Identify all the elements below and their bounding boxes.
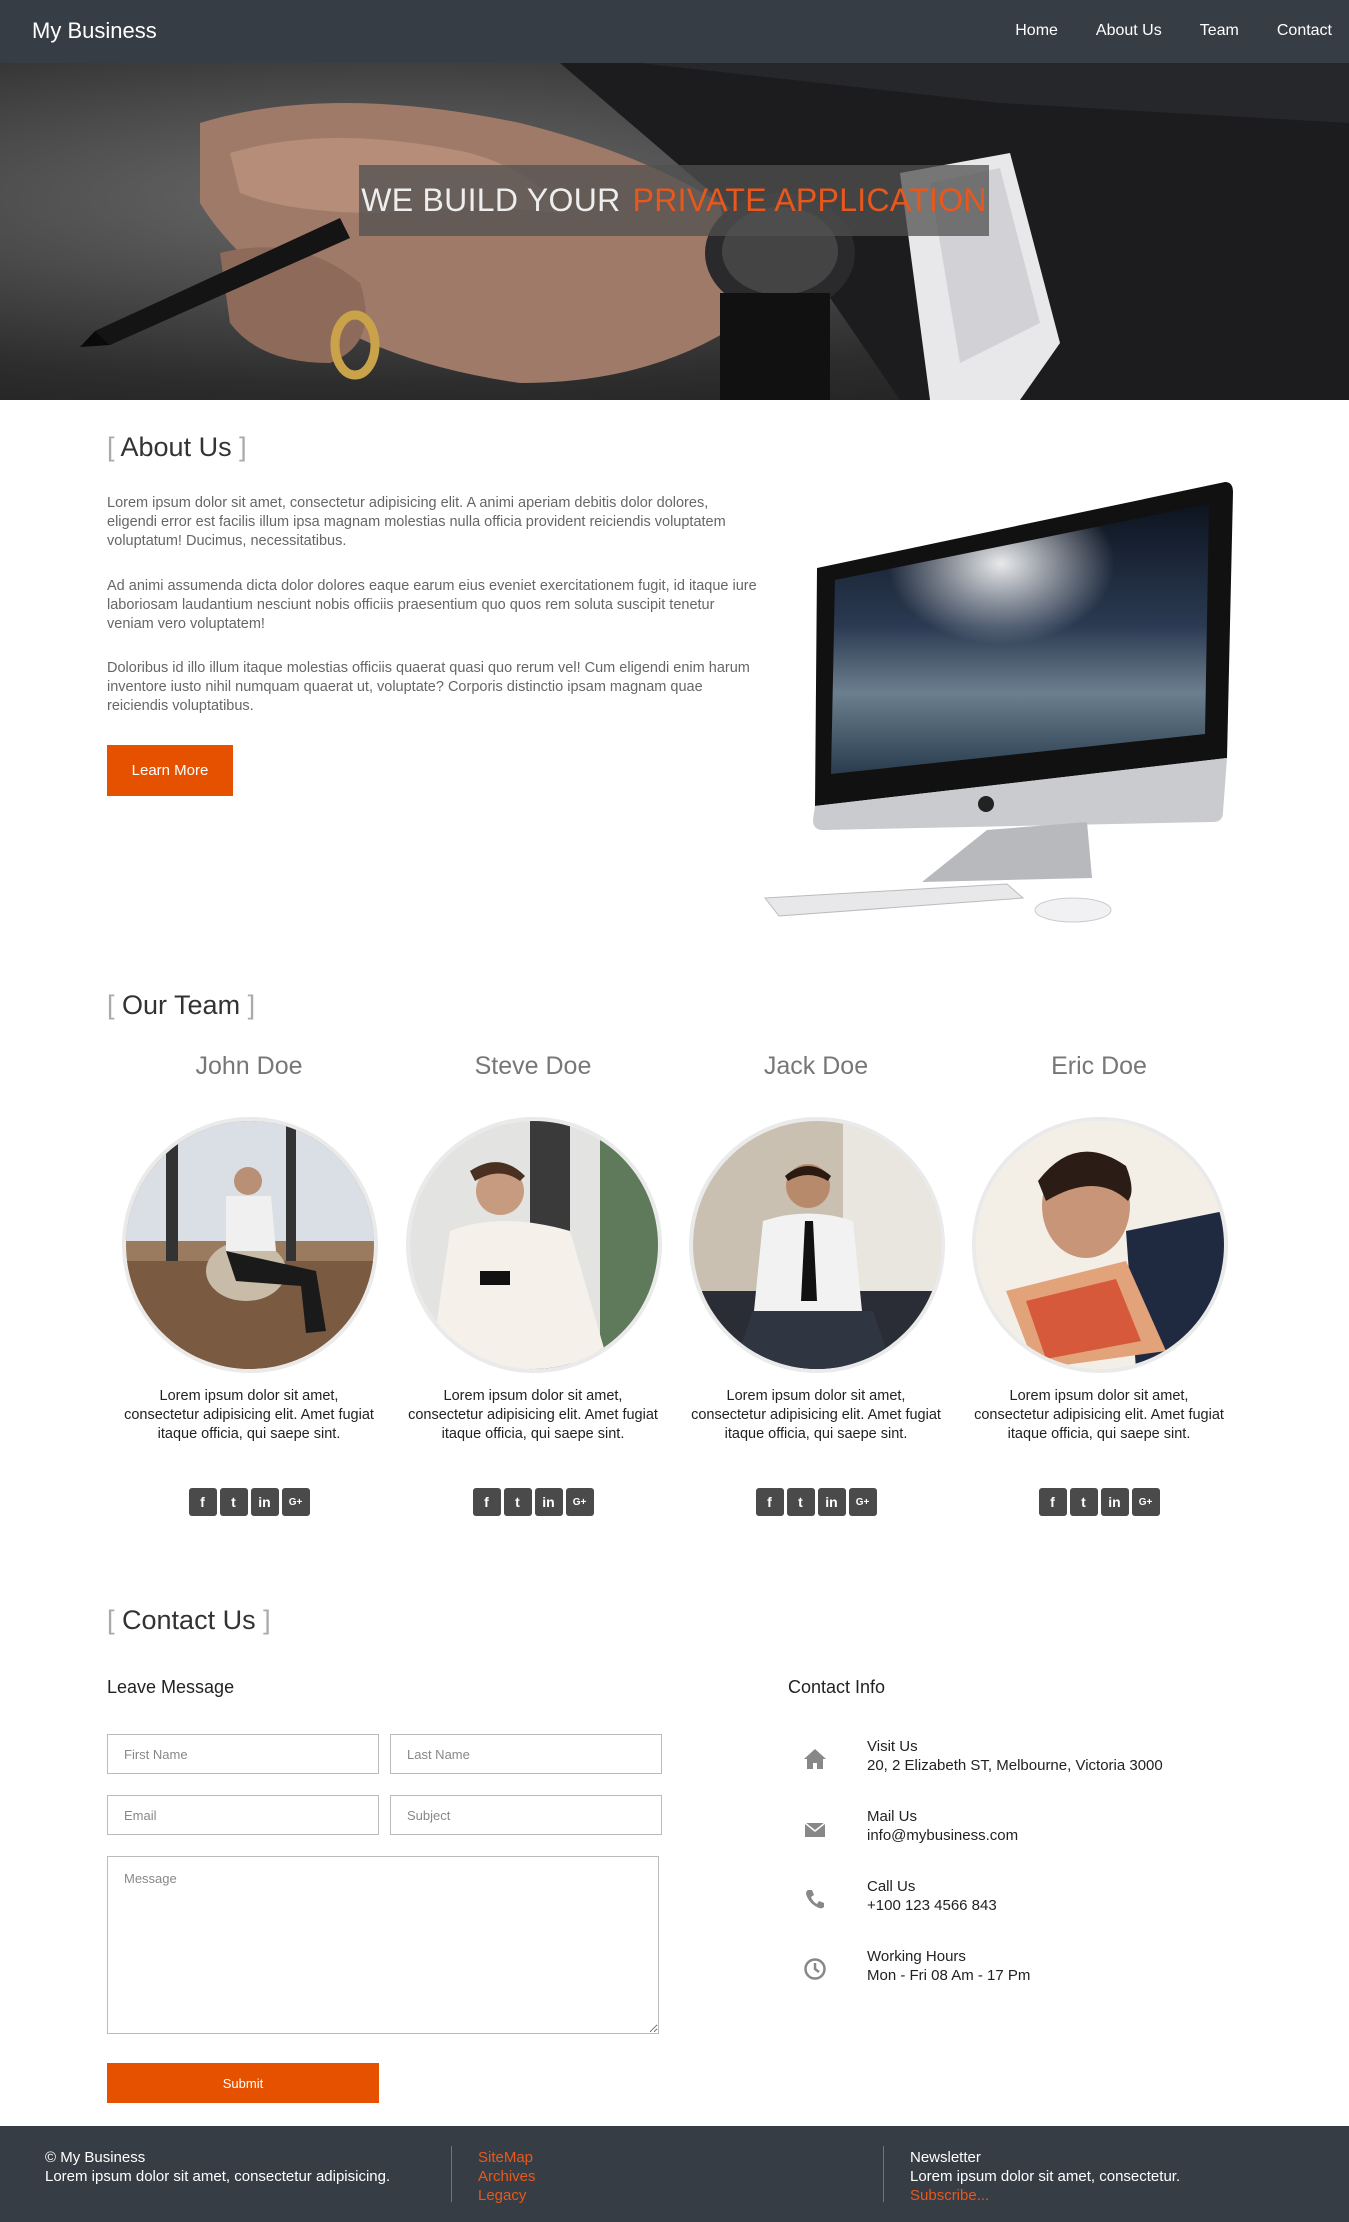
team-heading-text: Our Team (122, 990, 241, 1020)
subject-field[interactable] (390, 1795, 662, 1835)
subscribe-link[interactable]: Subscribe... (910, 2186, 1180, 2205)
member-name: Jack Doe (763, 1052, 869, 1080)
contact-info-value: +100 123 4566 843 (867, 1897, 997, 1914)
home-icon (804, 1749, 826, 1769)
footer-link-sitemap[interactable]: SiteMap (478, 2148, 536, 2167)
member-photo (406, 1117, 662, 1373)
member-photo (122, 1117, 378, 1373)
footer-copyright: © My Business (45, 2149, 146, 2166)
message-field[interactable] (107, 1856, 659, 2034)
member-name: Eric Doe (1051, 1052, 1147, 1080)
contact-info-label: Visit Us (867, 1738, 918, 1755)
member-bio: Lorem ipsum dolor sit amet, consectetur … (124, 1388, 374, 1442)
nav-item-home[interactable]: Home (1015, 22, 1058, 40)
footer-newsletter: Newsletter Lorem ipsum dolor sit amet, c… (910, 2148, 1180, 2205)
linkedin-icon[interactable]: in (817, 1488, 846, 1516)
hero-headline: WE BUILD YOUR PRIVATE APPLICATION (359, 165, 989, 236)
about-heading: [ About Us ] (107, 432, 247, 462)
google-plus-icon[interactable]: G+ (848, 1488, 877, 1516)
member-social-links: f t in G+ (122, 1488, 376, 1516)
phone-icon (806, 1890, 824, 1909)
team-member-card: Eric Doe Lorem ipsum dolor sit amet, con… (972, 1052, 1228, 1516)
contact-info-label: Working Hours (867, 1948, 966, 1965)
footer-divider (883, 2146, 884, 2202)
team-member-card: Jack Doe Lorem ipsum dolor sit amet, con… (689, 1052, 945, 1516)
about-heading-text: About Us (120, 432, 232, 462)
nav-item-about[interactable]: About Us (1096, 22, 1162, 40)
contact-info-label: Mail Us (867, 1808, 918, 1825)
team-member-card: John Doe Lorem ipsum dolor sit amet, con… (122, 1052, 378, 1516)
twitter-icon[interactable]: t (786, 1488, 815, 1516)
nav-menu: Home About Us Team Contact (977, 22, 1332, 40)
newsletter-text: Lorem ipsum dolor sit amet, consectetur. (910, 2168, 1181, 2185)
facebook-icon[interactable]: f (188, 1488, 217, 1516)
last-name-field[interactable] (390, 1734, 662, 1774)
brand-logo[interactable]: My Business (32, 18, 157, 44)
footer-links: SiteMap Archives Legacy (478, 2148, 536, 2205)
member-photo (689, 1117, 945, 1373)
learn-more-button[interactable]: Learn More (107, 745, 233, 796)
hero-banner: WE BUILD YOUR PRIVATE APPLICATION (0, 63, 1349, 400)
imac-image (764, 482, 1233, 923)
member-social-links: f t in G+ (406, 1488, 660, 1516)
about-paragraph-2: Ad animi assumenda dicta dolor dolores e… (107, 578, 757, 632)
member-bio: Lorem ipsum dolor sit amet, consectetur … (408, 1388, 658, 1442)
email-field[interactable] (107, 1795, 379, 1835)
about-paragraph-3: Doloribus id illo illum itaque molestias… (107, 660, 750, 714)
envelope-icon (804, 1822, 826, 1837)
google-plus-icon[interactable]: G+ (281, 1488, 310, 1516)
twitter-icon[interactable]: t (219, 1488, 248, 1516)
member-name: John Doe (195, 1052, 303, 1080)
contact-info-value: 20, 2 Elizabeth ST, Melbourne, Victoria … (867, 1757, 1163, 1774)
footer-about: © My Business Lorem ipsum dolor sit amet… (45, 2148, 390, 2186)
footer-divider (451, 2146, 452, 2202)
first-name-field[interactable] (107, 1734, 379, 1774)
contact-info-mail: Mail Us info@mybusiness.com (788, 1808, 1238, 1858)
leave-message-title: Leave Message (107, 1677, 235, 1697)
newsletter-title: Newsletter (910, 2149, 981, 2166)
google-plus-icon[interactable]: G+ (1131, 1488, 1160, 1516)
footer-link-legacy[interactable]: Legacy (478, 2186, 536, 2205)
hero-title-white: WE BUILD YOUR (361, 182, 621, 218)
contact-info-call: Call Us +100 123 4566 843 (788, 1878, 1238, 1928)
submit-button[interactable]: Submit (107, 2063, 379, 2103)
contact-heading-text: Contact Us (122, 1605, 256, 1635)
twitter-icon[interactable]: t (503, 1488, 532, 1516)
member-photo (972, 1117, 1228, 1373)
clock-icon (804, 1958, 826, 1980)
linkedin-icon[interactable]: in (250, 1488, 279, 1516)
team-heading: [ Our Team ] (107, 990, 256, 1020)
footer-tagline: Lorem ipsum dolor sit amet, consectetur … (45, 2168, 391, 2185)
top-navbar: My Business Home About Us Team Contact (0, 0, 1349, 63)
footer: © My Business Lorem ipsum dolor sit amet… (0, 2126, 1349, 2222)
member-bio: Lorem ipsum dolor sit amet, consectetur … (974, 1388, 1224, 1442)
facebook-icon[interactable]: f (1038, 1488, 1067, 1516)
about-paragraph-1: Lorem ipsum dolor sit amet, consectetur … (107, 495, 726, 549)
contact-info-value: info@mybusiness.com (867, 1827, 1019, 1844)
twitter-icon[interactable]: t (1069, 1488, 1098, 1516)
team-member-card: Steve Doe Lorem ipsum dolor sit amet, co… (406, 1052, 662, 1516)
contact-heading: [ Contact Us ] (107, 1605, 271, 1635)
google-plus-icon[interactable]: G+ (565, 1488, 594, 1516)
facebook-icon[interactable]: f (472, 1488, 501, 1516)
contact-info-value: Mon - Fri 08 Am - 17 Pm (867, 1967, 1031, 1984)
contact-info-visit: Visit Us 20, 2 Elizabeth ST, Melbourne, … (788, 1738, 1238, 1788)
footer-link-archives[interactable]: Archives (478, 2167, 536, 2186)
linkedin-icon[interactable]: in (1100, 1488, 1129, 1516)
contact-info-label: Call Us (867, 1878, 916, 1895)
hero-title-orange: PRIVATE APPLICATION (632, 182, 987, 218)
linkedin-icon[interactable]: in (534, 1488, 563, 1516)
contact-info-hours: Working Hours Mon - Fri 08 Am - 17 Pm (788, 1948, 1238, 1998)
nav-item-contact[interactable]: Contact (1277, 22, 1332, 40)
member-social-links: f t in G+ (972, 1488, 1226, 1516)
member-social-links: f t in G+ (689, 1488, 943, 1516)
nav-item-team[interactable]: Team (1200, 22, 1239, 40)
member-bio: Lorem ipsum dolor sit amet, consectetur … (691, 1388, 941, 1442)
facebook-icon[interactable]: f (755, 1488, 784, 1516)
member-name: Steve Doe (474, 1052, 592, 1080)
contact-info-title: Contact Info (788, 1677, 886, 1697)
